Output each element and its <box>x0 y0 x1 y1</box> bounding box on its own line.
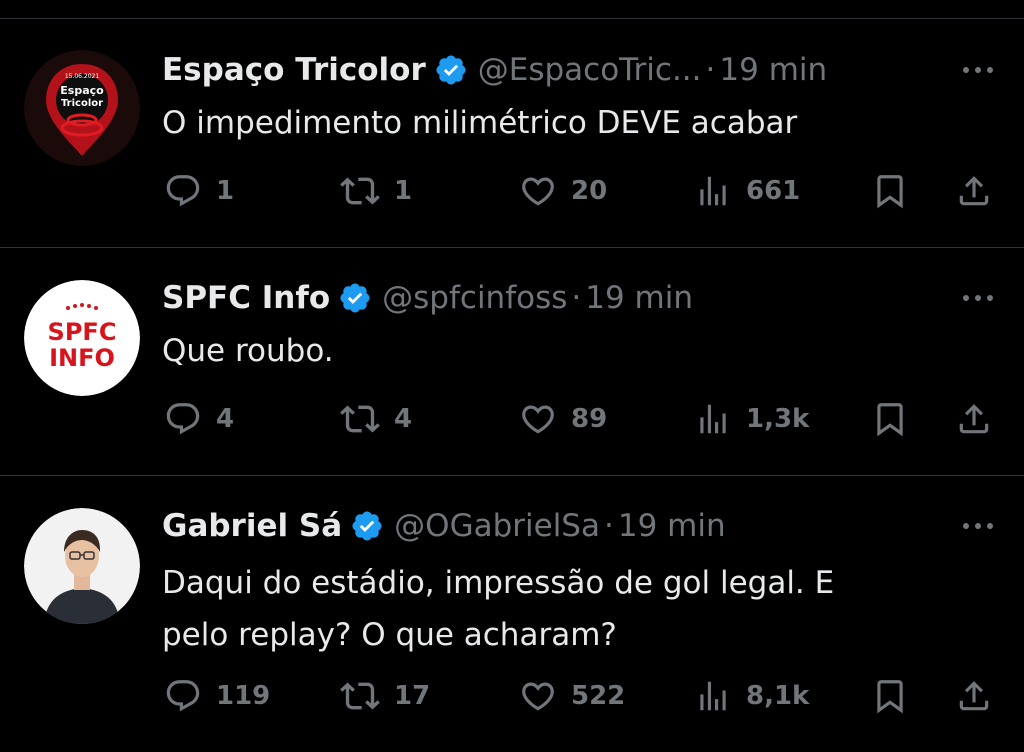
tweet-header: Gabriel Sá @OGabrielSa · 19 min <box>162 504 726 548</box>
like-count: 89 <box>571 404 608 434</box>
separator-dot: · <box>705 52 716 88</box>
verified-badge-icon <box>340 283 370 313</box>
avatar-line1: SPFC <box>48 318 117 346</box>
avatar-espaco-tricolor[interactable]: 15.06.2021 Espaço Tricolor <box>24 50 140 166</box>
handle[interactable]: @EspacoTric... <box>478 48 702 92</box>
reply-count: 119 <box>216 681 271 711</box>
like-icon <box>522 405 554 434</box>
share-icon <box>959 404 989 434</box>
avatar-gabriel-sa[interactable] <box>24 508 140 624</box>
repost-count: 1 <box>394 176 413 206</box>
timestamp[interactable]: 19 min <box>585 276 693 320</box>
repost-count: 17 <box>394 681 431 711</box>
avatar-line2: Tricolor <box>61 98 103 109</box>
action-bar: 1 1 20 661 <box>0 167 1024 215</box>
like-count: 522 <box>571 681 626 711</box>
reply-icon <box>166 680 200 712</box>
views-count: 661 <box>746 176 801 206</box>
repost-button[interactable]: 17 <box>340 672 430 720</box>
repost-icon <box>340 682 380 710</box>
like-icon <box>522 682 554 711</box>
bookmark-button[interactable] <box>866 395 914 443</box>
tweet[interactable]: 15.06.2021 Espaço Tricolor Espaço Tricol… <box>0 0 1024 248</box>
like-button[interactable]: 20 <box>519 167 607 215</box>
bookmark-icon <box>877 175 903 209</box>
views-count: 8,1k <box>746 681 810 711</box>
views-button[interactable]: 661 <box>694 167 800 215</box>
repost-icon <box>340 405 380 433</box>
share-icon <box>959 681 989 711</box>
more-icon[interactable] <box>960 48 996 92</box>
display-name[interactable]: Espaço Tricolor <box>162 48 426 92</box>
bookmark-button[interactable] <box>866 672 914 720</box>
tweet-text-line: Que roubo. <box>162 333 334 369</box>
like-count: 20 <box>571 176 608 206</box>
more-icon[interactable] <box>960 504 996 548</box>
tweet-header: Espaço Tricolor @EspacoTric... · 19 min <box>162 48 827 92</box>
tweet-text: O impedimento milimétrico DEVE acabar <box>162 100 982 146</box>
handle[interactable]: @spfcinfoss <box>382 276 567 320</box>
verified-badge-icon <box>352 511 382 541</box>
reply-button[interactable]: 4 <box>164 395 234 443</box>
reply-icon <box>166 403 200 435</box>
tweet-text: Que roubo. <box>162 328 982 374</box>
handle[interactable]: @OGabrielSa <box>394 504 600 548</box>
bookmark-button[interactable] <box>866 167 914 215</box>
views-icon <box>700 404 726 434</box>
reply-count: 4 <box>216 404 235 434</box>
reply-count: 1 <box>216 176 235 206</box>
separator-dot: · <box>604 508 614 544</box>
like-button[interactable]: 89 <box>519 395 607 443</box>
tweet-text: Daqui do estádio, impressão de gol legal… <box>162 557 982 661</box>
display-name[interactable]: Gabriel Sá <box>162 504 342 548</box>
bookmark-icon <box>877 403 903 437</box>
timestamp[interactable]: 19 min <box>719 48 827 92</box>
like-button[interactable]: 522 <box>519 672 625 720</box>
tweet-text-line: O impedimento milimétrico DEVE acabar <box>162 105 798 141</box>
share-button[interactable] <box>950 672 998 720</box>
repost-icon <box>340 177 380 205</box>
share-button[interactable] <box>950 395 998 443</box>
views-count: 1,3k <box>746 404 810 434</box>
action-bar: 4 4 89 1,3k <box>0 395 1024 443</box>
avatar-line1: Espaço <box>60 84 104 97</box>
views-button[interactable]: 1,3k <box>694 395 809 443</box>
avatar-line2: INFO <box>49 344 115 372</box>
share-icon <box>959 176 989 206</box>
avatar-spfc-info[interactable]: SPFC INFO <box>24 280 140 396</box>
tweet-header: SPFC Info @spfcinfoss · 19 min <box>162 276 693 320</box>
repost-button[interactable]: 4 <box>340 395 412 443</box>
verified-badge-icon <box>436 55 466 85</box>
more-icon[interactable] <box>960 276 996 320</box>
tweet-text-line: Daqui do estádio, impressão de gol legal… <box>162 565 835 601</box>
views-icon <box>700 176 726 206</box>
separator-dot: · <box>571 280 582 316</box>
repost-count: 4 <box>394 404 413 434</box>
reply-button[interactable]: 119 <box>164 672 270 720</box>
repost-button[interactable]: 1 <box>340 167 412 215</box>
display-name[interactable]: SPFC Info <box>162 276 330 320</box>
tweet[interactable]: Gabriel Sá @OGabrielSa · 19 min Daqui do… <box>0 476 1024 752</box>
timestamp[interactable]: 19 min <box>618 504 726 548</box>
like-icon <box>522 177 554 206</box>
bookmark-icon <box>877 680 903 714</box>
share-button[interactable] <box>950 167 998 215</box>
action-bar: 119 17 522 8,1k <box>0 672 1024 720</box>
reply-icon <box>166 175 200 207</box>
reply-button[interactable]: 1 <box>164 167 234 215</box>
views-button[interactable]: 8,1k <box>694 672 809 720</box>
avatar-date: 15.06.2021 <box>65 73 100 80</box>
tweet[interactable]: SPFC INFO SPFC Info @spfcinfoss · 19 min… <box>0 248 1024 476</box>
tweet-text-line: pelo replay? O que acharam? <box>162 617 617 653</box>
views-icon <box>700 681 726 711</box>
